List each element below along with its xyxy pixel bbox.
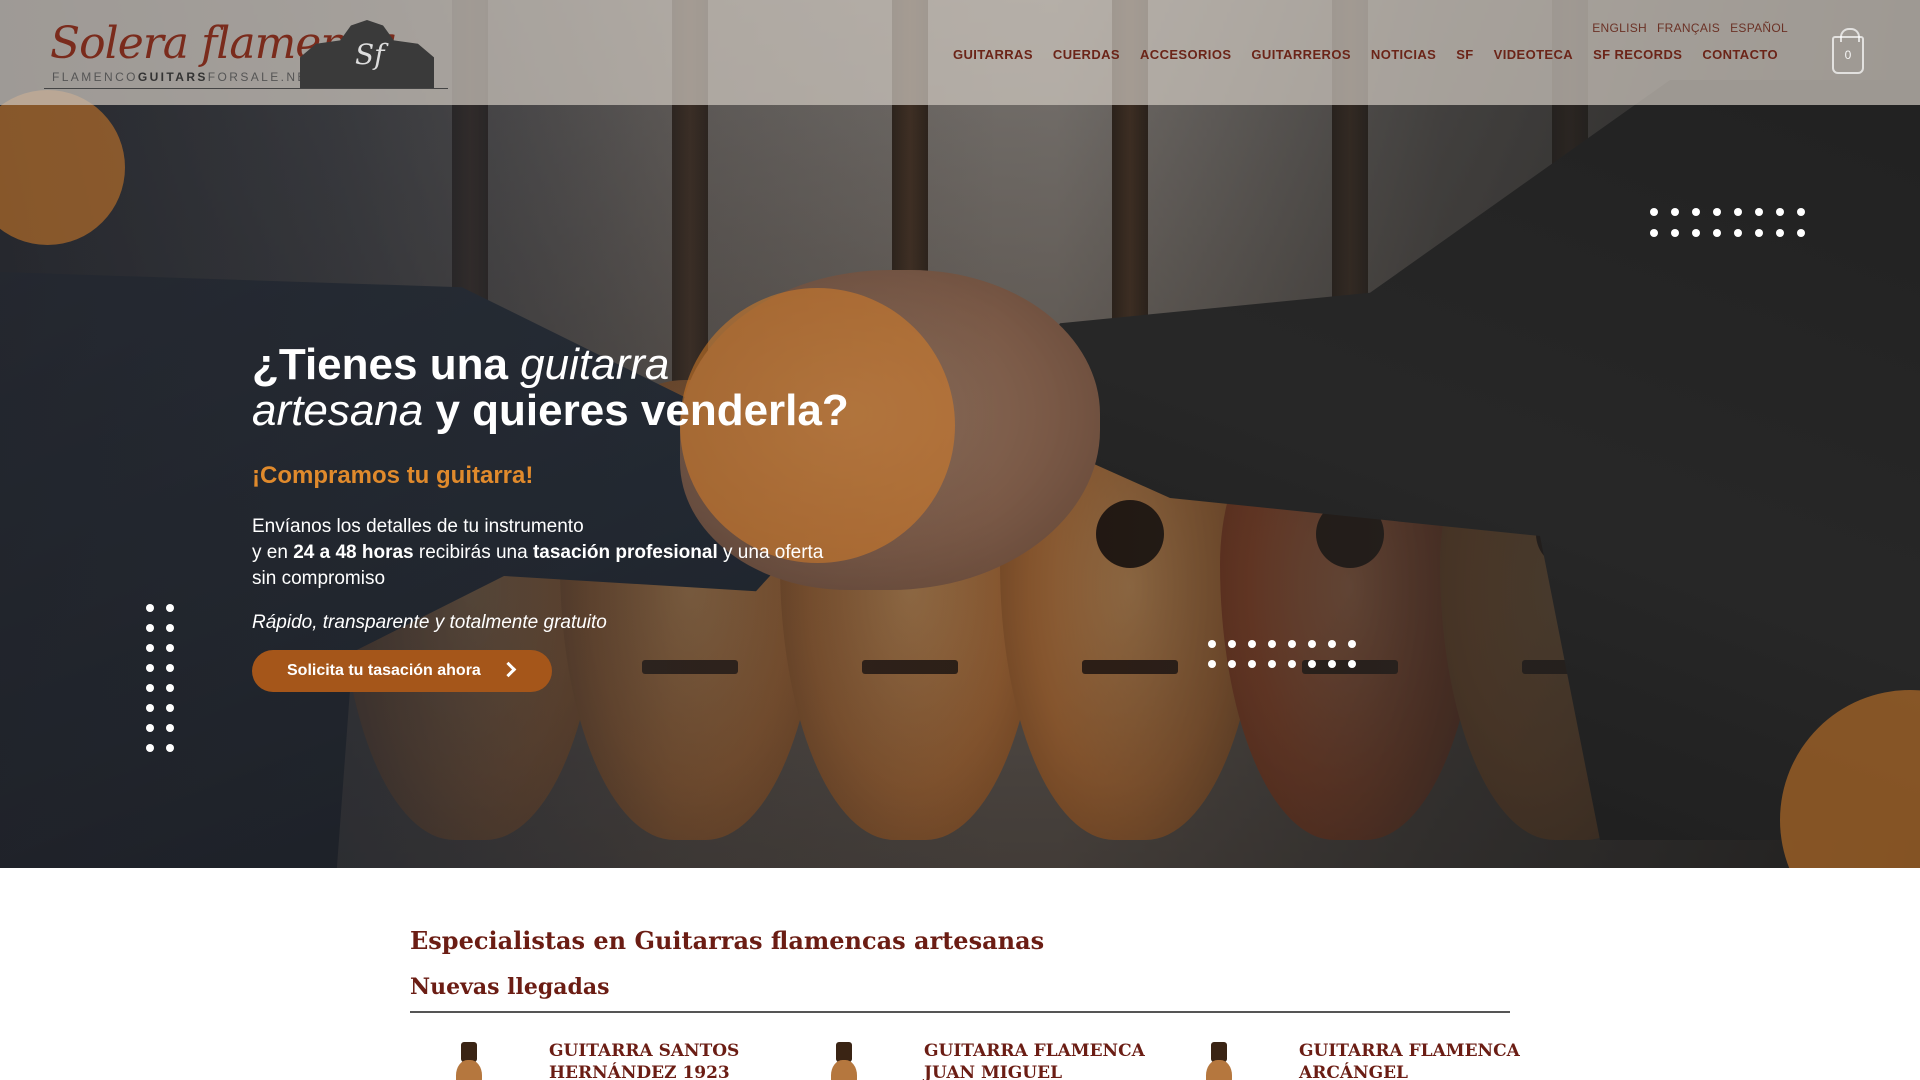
cta-label: Solicita tu tasación ahora [287,662,481,679]
product-thumbnail[interactable] [831,1042,857,1080]
product-card[interactable]: GUITARRA SANTOS HERNÁNDEZ 1923 [410,1040,770,1080]
cart-icon[interactable]: 0 [1832,28,1864,74]
product-title[interactable]: GUITARRA SANTOS HERNÁNDEZ 1923 [549,1040,779,1080]
nav-accesorios[interactable]: ACCESORIOS [1140,47,1231,62]
lang-francais[interactable]: FRANÇAIS [1657,21,1720,35]
product-card[interactable]: GUITARRA FLAMENCAARCÁNGEL FERNÁNDEZ [1160,1040,1520,1080]
nav-contacto[interactable]: CONTACTO [1702,47,1778,62]
hero-tagline: Rápido, transparente y totalmente gratui… [252,612,607,633]
logo-badge-text: Sf [355,38,385,71]
appraisal-cta-button[interactable]: Solicita tu tasación ahora [252,650,552,692]
section-heading: Especialistas en Guitarras flamencas art… [410,926,1045,955]
lang-english[interactable]: ENGLISH [1592,21,1647,35]
chevron-right-icon [500,661,517,678]
logo-domain-text: FLAMENCOGUITARSFORSALE.NET [52,70,318,84]
hero-title: ¿Tienes una guitarra artesana y quieres … [252,340,849,435]
nav-sf[interactable]: SF [1456,47,1473,62]
nav-cuerdas[interactable]: CUERDAS [1053,47,1120,62]
site-logo[interactable]: Solera flamenca FLAMENCOGUITARSFORSALE.N… [44,16,452,90]
main-nav: GUITARRAS CUERDAS ACCESORIOS GUITARREROS… [953,47,1778,62]
nav-videoteca[interactable]: VIDEOTECA [1494,47,1573,62]
new-arrivals-heading: Nuevas llegadas [410,974,610,1000]
product-list: GUITARRA SANTOS HERNÁNDEZ 1923 GUITARRA F… [410,1040,1520,1080]
product-thumbnail[interactable] [1206,1042,1232,1080]
logo-underline [44,88,448,89]
cart-count: 0 [1844,48,1852,62]
page: Solera flamenca FLAMENCOGUITARSFORSALE.N… [0,0,1920,1080]
language-switcher: ENGLISH FRANÇAIS ESPAÑOL [1592,21,1788,35]
nav-guitarreros[interactable]: GUITARREROS [1251,47,1351,62]
product-card[interactable]: GUITARRA FLAMENCA JUAN MIGUEL [785,1040,1145,1080]
nav-noticias[interactable]: NOTICIAS [1371,47,1436,62]
site-header: Solera flamenca FLAMENCOGUITARSFORSALE.N… [0,0,1920,105]
hero-subtitle: ¡Compramos tu guitarra! [252,462,534,489]
nav-sf-records[interactable]: SF RECORDS [1593,47,1682,62]
decor-dots [1208,640,1356,668]
divider [410,1011,1510,1013]
product-title[interactable]: GUITARRA FLAMENCAARCÁNGEL FERNÁNDEZ [1299,1040,1529,1080]
nav-guitarras[interactable]: GUITARRAS [953,47,1033,62]
product-title[interactable]: GUITARRA FLAMENCA JUAN MIGUEL [924,1040,1154,1080]
hero-content: ¿Tienes una guitarra artesana y quieres … [252,342,952,634]
decor-dots [1650,208,1805,237]
hero-description: Envíanos los detalles de tu instrumento … [252,516,824,589]
product-thumbnail[interactable] [456,1042,482,1080]
lang-espanol[interactable]: ESPAÑOL [1730,21,1788,35]
decor-dots [146,604,174,752]
